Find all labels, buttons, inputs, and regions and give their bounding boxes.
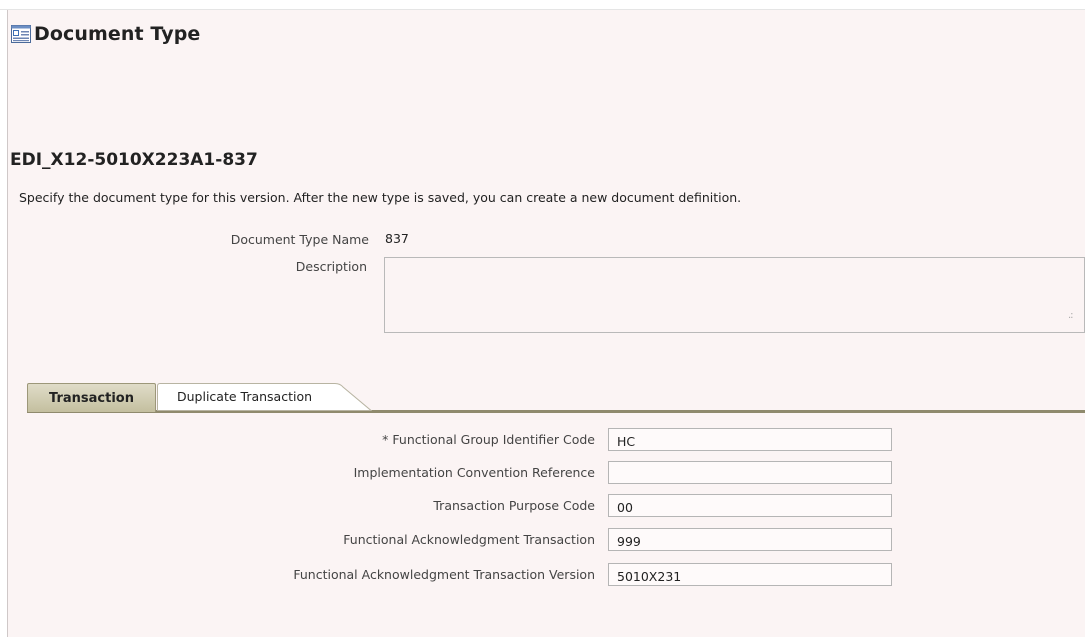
page-title: Document Type	[34, 23, 201, 45]
field-label-functional-acknowledgment-transaction: Functional Acknowledgment Transaction	[343, 532, 595, 547]
required-marker: *	[382, 432, 389, 447]
field-label-functional-group-identifier-code: * Functional Group Identifier Code	[382, 432, 595, 447]
functional-acknowledgment-transaction-version-input[interactable]	[608, 563, 892, 586]
document-list-icon	[11, 25, 31, 43]
field-label-functional-acknowledgment-transaction-version: Functional Acknowledgment Transaction Ve…	[293, 567, 595, 582]
section-title: EDI_X12-5010X223A1-837	[10, 150, 258, 170]
functional-acknowledgment-transaction-input[interactable]	[608, 528, 892, 551]
description-label: Description	[295, 259, 367, 274]
tab-transaction[interactable]: Transaction	[27, 383, 156, 412]
transaction-purpose-code-input[interactable]	[608, 494, 892, 517]
tab-duplicate-transaction[interactable]: Duplicate Transaction	[157, 383, 372, 411]
document-type-name-label: Document Type Name	[230, 232, 369, 247]
functional-group-identifier-code-text: Functional Group Identifier Code	[392, 432, 595, 447]
functional-group-identifier-code-input[interactable]	[608, 428, 892, 451]
tab-transaction-label: Transaction	[49, 390, 134, 406]
document-type-name-value: 837	[385, 231, 409, 246]
description-field[interactable]	[384, 257, 1085, 333]
field-label-transaction-purpose-code: Transaction Purpose Code	[433, 498, 595, 513]
field-label-implementation-convention-reference: Implementation Convention Reference	[353, 465, 595, 480]
instructions-text: Specify the document type for this versi…	[19, 190, 742, 205]
tab-duplicate-transaction-label: Duplicate Transaction	[177, 389, 313, 404]
implementation-convention-reference-input[interactable]	[608, 461, 892, 484]
resize-grip-icon[interactable]: .:	[1068, 310, 1073, 321]
page-header: Document Type	[11, 22, 200, 46]
